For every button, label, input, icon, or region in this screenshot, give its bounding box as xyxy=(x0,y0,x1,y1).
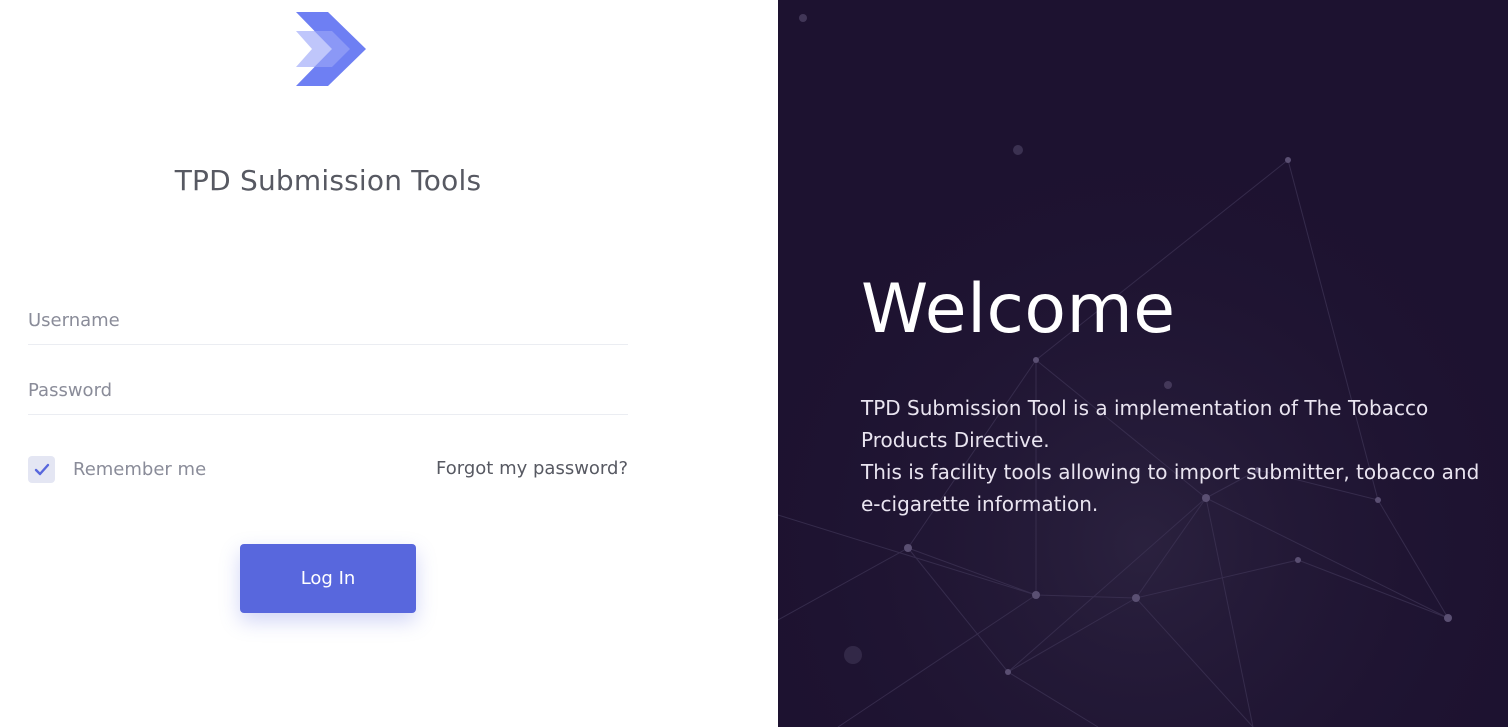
welcome-panel: Welcome TPD Submission Tool is a impleme… xyxy=(778,0,1508,727)
welcome-line-1: TPD Submission Tool is a implementation … xyxy=(861,396,1429,452)
chevron-logo-icon xyxy=(296,12,366,86)
welcome-line-2: This is facility tools allowing to impor… xyxy=(861,460,1480,516)
remember-me-checkbox[interactable]: Remember me xyxy=(28,456,206,483)
check-icon xyxy=(34,463,49,475)
app-title: TPD Submission Tools xyxy=(174,164,482,197)
remember-me-label: Remember me xyxy=(73,459,207,480)
welcome-description: TPD Submission Tool is a implementation … xyxy=(861,392,1481,520)
password-input[interactable] xyxy=(28,367,628,415)
checkbox-box[interactable] xyxy=(28,456,55,483)
login-page: TPD Submission Tools Remember me Forgot … xyxy=(0,0,1508,727)
forgot-password-link[interactable]: Forgot my password? xyxy=(436,458,628,479)
login-button[interactable]: Log In xyxy=(240,544,416,613)
login-panel: TPD Submission Tools Remember me Forgot … xyxy=(0,0,778,727)
welcome-heading: Welcome xyxy=(861,270,1176,349)
network-background xyxy=(778,0,1508,727)
username-input[interactable] xyxy=(28,297,628,345)
